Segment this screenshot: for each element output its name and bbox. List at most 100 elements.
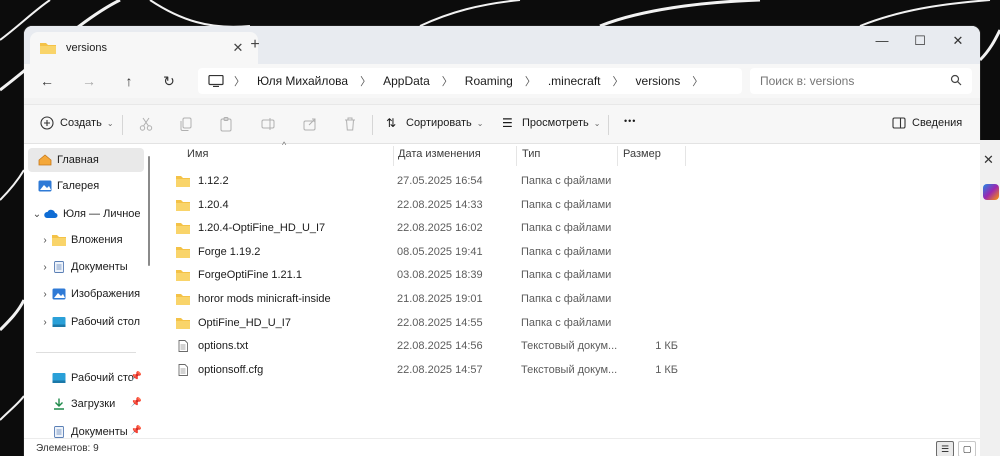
breadcrumb-user[interactable]: Юля Михайлова bbox=[257, 74, 348, 88]
file-row[interactable]: OptiFine_HD_U_I7 22.08.2025 14:55 Папка с … bbox=[174, 312, 694, 335]
back-button[interactable]: ← bbox=[36, 71, 58, 91]
file-type: Папка с файлами bbox=[521, 316, 612, 329]
file-date: 27.05.2025 16:54 bbox=[397, 175, 483, 187]
file-row[interactable]: options.txt 22.08.2025 14:56 Текстовый док… bbox=[174, 335, 694, 358]
forward-button[interactable]: → bbox=[78, 71, 100, 91]
delete-icon[interactable] bbox=[342, 116, 358, 132]
view-label: Просмотреть bbox=[522, 117, 589, 129]
file-row[interactable]: horor mods minicraft-inside 21.08.2025 19… bbox=[174, 288, 694, 311]
computer-icon bbox=[208, 75, 224, 87]
sidebar-item-gallery[interactable]: Галерея bbox=[38, 174, 148, 198]
sidebar-item-documents[interactable]: › Документы bbox=[38, 255, 150, 279]
command-bar: Создать ⌄ ⇅ Сортировать ⌄ ☰ Просмотреть … bbox=[24, 104, 980, 144]
sidebar-item-downloads[interactable]: Загрузки bbox=[52, 392, 142, 416]
minimize-button[interactable]: — bbox=[862, 30, 902, 52]
title-bar: versions ✕ + — ☐ ✕ bbox=[24, 26, 980, 64]
up-button[interactable]: ↑ bbox=[118, 71, 140, 91]
sidebar-divider bbox=[36, 352, 136, 353]
pin-icon[interactable]: 📌 bbox=[131, 371, 142, 382]
divider bbox=[608, 115, 609, 135]
breadcrumb-minecraft[interactable]: .minecraft bbox=[548, 74, 601, 88]
chevron-down-icon[interactable]: ⌄ bbox=[30, 209, 44, 220]
pin-icon[interactable]: 📌 bbox=[131, 397, 142, 408]
column-header-name[interactable]: Имя bbox=[187, 148, 208, 160]
tab-close-icon[interactable]: ✕ bbox=[230, 40, 246, 56]
file-row[interactable]: 1.20.4 22.08.2025 14:33 Папка с файлами bbox=[174, 194, 694, 217]
file-row[interactable]: Forge 1.19.2 08.05.2025 19:41 Папка с файл… bbox=[174, 241, 694, 264]
column-divider[interactable] bbox=[516, 146, 517, 166]
chevron-right-icon[interactable]: › bbox=[38, 317, 52, 328]
copilot-icon[interactable] bbox=[983, 184, 999, 200]
sidebar-item-onedrive[interactable]: ⌄ Юля — Личное bbox=[30, 202, 150, 226]
column-divider[interactable] bbox=[685, 146, 686, 166]
file-row[interactable]: 1.20.4-OptiFine_HD_U_I7 22.08.2025 16:02 П… bbox=[174, 217, 694, 240]
chevron-down-icon: ⌄ bbox=[106, 118, 114, 128]
breadcrumb-separator-icon: 〉 bbox=[234, 76, 245, 88]
breadcrumb-appdata[interactable]: AppData bbox=[383, 74, 430, 88]
home-icon bbox=[38, 154, 52, 166]
breadcrumb-separator-icon[interactable]: 〉 bbox=[613, 73, 624, 89]
file-type: Папка с файлами bbox=[521, 175, 612, 187]
details-button[interactable]: Сведения bbox=[892, 116, 962, 130]
breadcrumb-separator-icon[interactable]: 〉 bbox=[442, 73, 453, 89]
column-header-date[interactable]: Дата изменения bbox=[398, 148, 481, 160]
column-divider[interactable] bbox=[617, 146, 618, 166]
chevron-right-icon[interactable]: › bbox=[38, 262, 52, 273]
sidebar-item-label: Документы bbox=[71, 261, 128, 273]
maximize-button[interactable]: ☐ bbox=[900, 30, 940, 52]
sidebar-item-desktop[interactable]: › Рабочий стол bbox=[38, 310, 150, 334]
sidebar-item-desktop-pinned[interactable]: Рабочий сто bbox=[52, 366, 142, 390]
sidebar-item-label: Рабочий сто bbox=[71, 372, 134, 384]
documents-icon bbox=[54, 426, 64, 438]
tiles-view-icon[interactable]: ▢ bbox=[958, 441, 976, 456]
sort-button[interactable]: ⇅ Сортировать ⌄ bbox=[386, 116, 483, 130]
file-date: 22.08.2025 16:02 bbox=[397, 222, 483, 235]
view-button[interactable]: ☰ Просмотреть ⌄ bbox=[502, 116, 600, 130]
close-button[interactable]: ✕ bbox=[938, 30, 978, 52]
breadcrumb-separator-icon[interactable]: 〉 bbox=[360, 73, 371, 89]
cut-icon[interactable] bbox=[138, 116, 154, 132]
folder-icon bbox=[176, 270, 190, 282]
breadcrumb-separator-icon[interactable]: 〉 bbox=[692, 73, 703, 89]
chevron-right-icon[interactable]: › bbox=[38, 235, 52, 246]
file-name: ForgeOptiFine 1.21.1 bbox=[198, 269, 302, 282]
sidebar-item-attachments[interactable]: › Вложения bbox=[38, 228, 150, 252]
column-divider[interactable] bbox=[393, 146, 394, 166]
breadcrumb-versions[interactable]: versions bbox=[636, 74, 681, 88]
sidebar-item-pictures[interactable]: › Изображения bbox=[38, 282, 150, 306]
search-box[interactable]: Поиск в: versions bbox=[750, 68, 972, 94]
file-name: Forge 1.19.2 bbox=[198, 245, 261, 258]
chevron-down-icon: ⌄ bbox=[593, 118, 601, 128]
navigation-bar: ← → ↑ ↻ 〉 Юля Михайлова 〉 AppData 〉 Roam… bbox=[24, 64, 980, 98]
chevron-right-icon[interactable]: › bbox=[38, 289, 52, 300]
copy-icon[interactable] bbox=[178, 116, 194, 132]
refresh-button[interactable]: ↻ bbox=[158, 71, 180, 91]
file-date: 22.08.2025 14:33 bbox=[397, 198, 483, 211]
file-row[interactable]: 1.12.2 27.05.2025 16:54 Папка с файлами bbox=[174, 170, 694, 193]
column-header-type[interactable]: Тип bbox=[522, 148, 540, 160]
paste-icon[interactable] bbox=[218, 116, 234, 132]
more-options-button[interactable]: ••• bbox=[624, 116, 636, 126]
details-view-icon[interactable]: ☰ bbox=[936, 441, 954, 456]
new-tab-button[interactable]: + bbox=[246, 36, 264, 54]
rename-icon[interactable] bbox=[260, 116, 276, 132]
folder-icon bbox=[176, 176, 190, 187]
breadcrumb-roaming[interactable]: Roaming bbox=[465, 74, 513, 88]
file-date: 22.08.2025 14:56 bbox=[397, 340, 483, 353]
file-row[interactable]: optionsoff.cfg 22.08.2025 14:57 Текстовый … bbox=[174, 359, 694, 382]
onedrive-icon bbox=[44, 209, 58, 218]
file-row[interactable]: ForgeOptiFine 1.21.1 03.08.2025 18:39 Папк… bbox=[174, 264, 694, 287]
address-bar[interactable]: 〉 Юля Михайлова 〉 AppData 〉 Roaming 〉 .m… bbox=[198, 68, 742, 94]
sidebar-scrollbar[interactable] bbox=[148, 156, 150, 266]
close-icon[interactable]: ✕ bbox=[983, 152, 994, 168]
pin-icon[interactable]: 📌 bbox=[131, 425, 142, 436]
share-icon[interactable] bbox=[302, 116, 318, 132]
sidebar-item-label: Загрузки bbox=[71, 398, 116, 410]
breadcrumb-separator-icon[interactable]: 〉 bbox=[525, 73, 536, 89]
create-button[interactable]: Создать ⌄ bbox=[40, 116, 114, 130]
sidebar-item-home[interactable]: Главная bbox=[28, 148, 144, 172]
column-header-size[interactable]: Размер bbox=[623, 148, 661, 160]
tab-versions[interactable]: versions ✕ bbox=[30, 32, 258, 64]
search-input[interactable]: Поиск в: versions bbox=[760, 74, 854, 88]
search-icon[interactable] bbox=[950, 74, 962, 86]
